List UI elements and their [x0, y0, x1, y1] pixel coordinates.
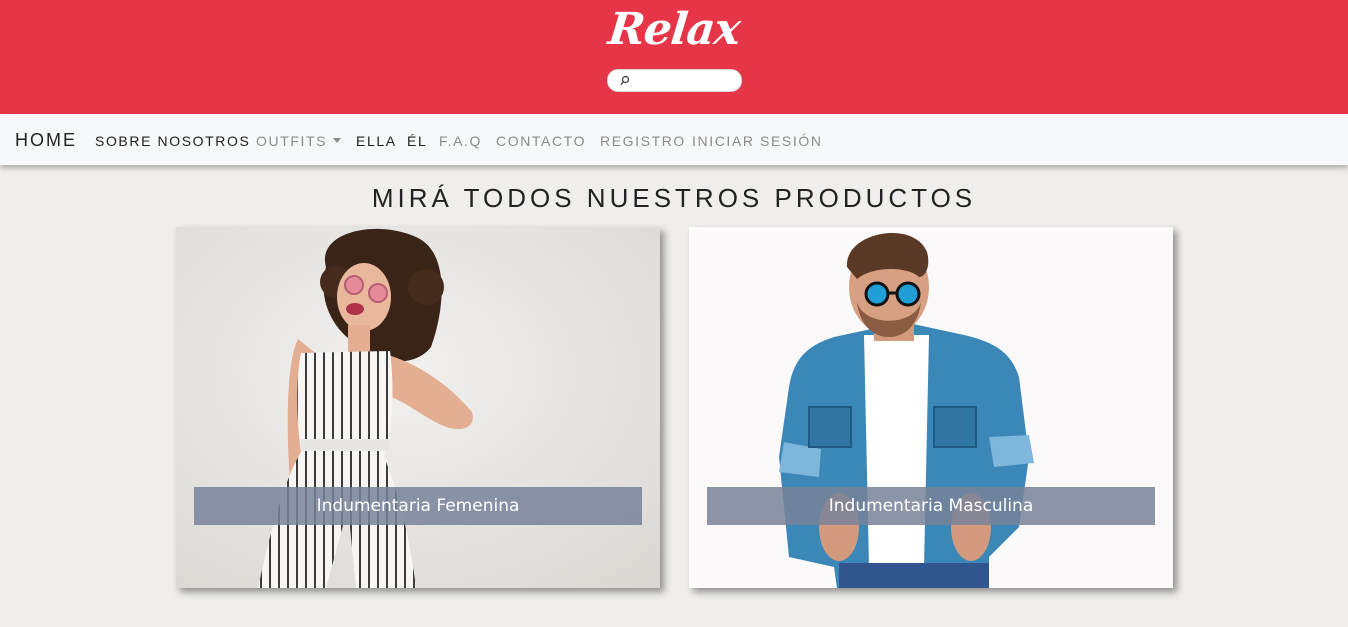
nav-el[interactable]: ÉL — [407, 133, 427, 149]
chevron-down-icon — [333, 138, 342, 143]
search-icon — [620, 75, 630, 86]
card-caption: Indumentaria Femenina — [194, 487, 642, 525]
main-navbar: HOME SOBRE NOSOTROS OUTFITS ELLA ÉL F.A.… — [0, 114, 1348, 165]
card-indumentaria-masculina[interactable]: Indumentaria Masculina — [689, 227, 1173, 588]
nav-iniciar-sesion[interactable]: INICIAR SESIÓN — [692, 133, 823, 149]
man-photo — [689, 227, 1173, 588]
nav-sobre-nosotros[interactable]: SOBRE NOSOTROS — [95, 133, 250, 149]
search-input[interactable] — [634, 72, 734, 88]
nav-home[interactable]: HOME — [15, 130, 77, 151]
card-caption: Indumentaria Masculina — [707, 487, 1155, 525]
nav-outfits-label: OUTFITS — [256, 133, 328, 149]
nav-ella[interactable]: ELLA — [356, 133, 397, 149]
nav-registro[interactable]: REGISTRO — [600, 133, 686, 149]
nav-faq[interactable]: F.A.Q — [439, 133, 482, 149]
card-indumentaria-femenina[interactable]: Indumentaria Femenina — [176, 227, 660, 588]
top-header: Relax — [0, 0, 1348, 114]
nav-contacto[interactable]: CONTACTO — [496, 133, 586, 149]
woman-photo — [176, 227, 660, 588]
page-title: MIRÁ TODOS NUESTROS PRODUCTOS — [371, 183, 977, 213]
nav-outfits[interactable]: OUTFITS — [256, 133, 342, 149]
search-box[interactable] — [607, 69, 742, 92]
logo[interactable]: Relax — [0, 4, 1348, 55]
